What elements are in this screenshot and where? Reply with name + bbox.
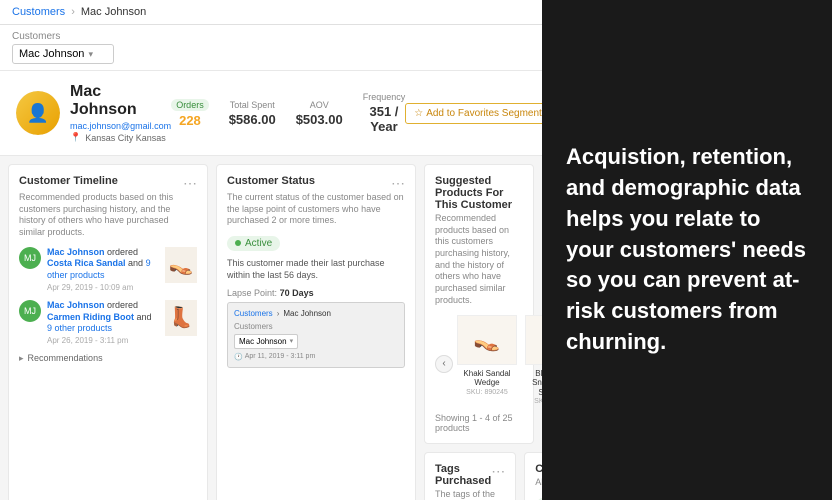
product-sku: SKU: 890245 [457, 389, 517, 396]
nested-date: 🕐 Apr 11, 2019 - 3:11 pm [234, 353, 398, 361]
timeline-date-2: Apr 26, 2019 - 3:11 pm [47, 336, 159, 345]
customer-header: 👤 Mac Johnson mac.johnson@gmail.com 📍 Ka… [0, 71, 542, 156]
spent-label: Total Spent [229, 100, 276, 110]
orders-stat: Orders 228 [171, 99, 209, 128]
suggestions-title: Suggested Products For This Customer [435, 175, 523, 211]
timeline-text: Mac Johnson ordered Costa Rica Sandal an… [47, 247, 159, 282]
tags-title: Tags Purchased [435, 463, 491, 487]
showing-text: Showing 1 - 4 of 25 products [435, 413, 523, 433]
tags-menu-button[interactable]: ⋯ [491, 463, 505, 480]
status-card: Customer Status ⋯ The current status of … [216, 164, 416, 500]
customer-dropdown[interactable]: Mac Johnson ▾ [12, 44, 114, 64]
star-icon: ☆ [414, 108, 423, 119]
customer-info: Mac Johnson mac.johnson@gmail.com 📍 Kans… [70, 83, 171, 143]
customer-meta: mac.johnson@gmail.com 📍 Kansas City Kans… [70, 121, 171, 143]
status-subtitle: The current status of the customer based… [227, 192, 405, 227]
main-content: Customer Timeline ⋯ Recommended products… [0, 156, 542, 500]
timeline-subtitle: Recommended products based on this custo… [19, 192, 197, 239]
product-name: Khaki Sandal Wedge [457, 369, 517, 388]
segments-title: Customer Segments [535, 463, 542, 475]
timeline-content-2: Mac Johnson ordered Carmen Riding Boot a… [47, 300, 159, 345]
freq-label: Frequency [363, 92, 406, 102]
timeline-item: MJ Mac Johnson ordered Carmen Riding Boo… [19, 300, 197, 345]
status-title: Customer Status [227, 175, 315, 187]
bottom-row: Tags Purchased ⋯ The tags of the product… [424, 452, 534, 500]
dropdown-label: Customers [12, 31, 530, 42]
suggestions-subtitle: Recommended products based on this custo… [435, 213, 523, 307]
timeline-menu-button[interactable]: ⋯ [183, 175, 197, 192]
product-sku: SKU: 890285 [525, 398, 542, 405]
product-name: Black Faux Snake Pump Size 10.5 [525, 369, 542, 398]
dropdown-arrow: ▾ [88, 49, 93, 60]
customer-name: Mac Johnson [70, 83, 171, 119]
status-badge: Active [227, 236, 280, 251]
freq-stat: Frequency 351 / Year [363, 92, 406, 134]
freq-value: 351 / Year [363, 104, 406, 134]
product-image: 👡 [457, 315, 517, 365]
tags-card: Tags Purchased ⋯ The tags of the product… [424, 452, 516, 500]
product-card: 👠 Black Faux Snake Pump Size 10.5 SKU: 8… [525, 315, 542, 406]
timeline-content: Mac Johnson ordered Costa Rica Sandal an… [47, 247, 159, 292]
product-image: 👠 [525, 315, 542, 365]
aov-stat: AOV $503.00 [296, 100, 343, 127]
spent-value: $586.00 [229, 112, 276, 127]
breadcrumb-separator: › [71, 6, 75, 18]
spent-stat: Total Spent $586.00 [229, 100, 276, 127]
breadcrumb-parent[interactable]: Customers [12, 6, 65, 18]
timeline-avatar: MJ [19, 247, 41, 269]
lapse-point: Lapse Point: 70 Days [227, 288, 405, 298]
lapse-value: 70 Days [280, 288, 314, 298]
timeline-text-2: Mac Johnson ordered Carmen Riding Boot a… [47, 300, 159, 335]
nested-dropdown[interactable]: Mac Johnson ▾ [234, 334, 298, 349]
status-description: This customer made their last purchase w… [227, 257, 405, 282]
nested-browser: Customers › Mac Johnson Customers Mac Jo… [227, 302, 405, 368]
status-menu-button[interactable]: ⋯ [391, 175, 405, 192]
breadcrumb: Customers › Mac Johnson [0, 0, 542, 25]
recommendations-link[interactable]: ▸ Recommendations [19, 353, 197, 364]
customer-location-text: Kansas City Kansas [85, 133, 166, 143]
orders-value: 228 [171, 113, 209, 128]
timeline-avatar-2: MJ [19, 300, 41, 322]
orders-badge: Orders [171, 99, 209, 111]
customer-email: mac.johnson@gmail.com [70, 121, 171, 131]
timeline-title: Customer Timeline [19, 175, 118, 187]
suggestions-card: Suggested Products For This Customer Rec… [424, 164, 534, 444]
recommendations-icon: ▸ [19, 353, 24, 364]
tags-subtitle: The tags of the products that this custo… [435, 489, 505, 500]
breadcrumb-current: Mac Johnson [81, 6, 146, 18]
timeline-item: MJ Mac Johnson ordered Costa Rica Sandal… [19, 247, 197, 292]
timeline-product-image: 👡 [165, 247, 197, 283]
prev-arrow[interactable]: ‹ [435, 355, 453, 373]
avatar: 👤 [16, 91, 60, 135]
product-card: 👡 Khaki Sandal Wedge SKU: 890245 [457, 315, 517, 396]
info-text: Acquistion, retention, and demographic d… [566, 142, 808, 358]
products-row: 👡 Khaki Sandal Wedge SKU: 890245 👠 Black… [457, 315, 542, 406]
active-dot [235, 240, 241, 246]
nested-dropdown-label: Customers [234, 322, 398, 331]
customer-location: 📍 [70, 132, 81, 143]
recommendations-label: Recommendations [28, 353, 103, 363]
stats-row: Orders 228 Total Spent $586.00 AOV $503.… [171, 92, 405, 134]
aov-value: $503.00 [296, 112, 343, 127]
segments-subtitle: All the segments this customer belongs t… [535, 477, 542, 489]
info-panel: Acquistion, retention, and demographic d… [542, 0, 832, 500]
aov-label: AOV [296, 100, 343, 110]
timeline-product-image-2: 👢 [165, 300, 197, 336]
dropdown-bar: Customers Mac Johnson ▾ [0, 25, 542, 71]
add-favorites-button[interactable]: ☆ Add to Favorites Segment [405, 103, 542, 124]
timeline-date: Apr 29, 2019 - 10:09 am [47, 283, 159, 292]
nested-nav: Customers › Mac Johnson [234, 309, 398, 318]
segments-card: Customer Segments All the segments this … [524, 452, 542, 500]
timeline-card: Customer Timeline ⋯ Recommended products… [8, 164, 208, 500]
